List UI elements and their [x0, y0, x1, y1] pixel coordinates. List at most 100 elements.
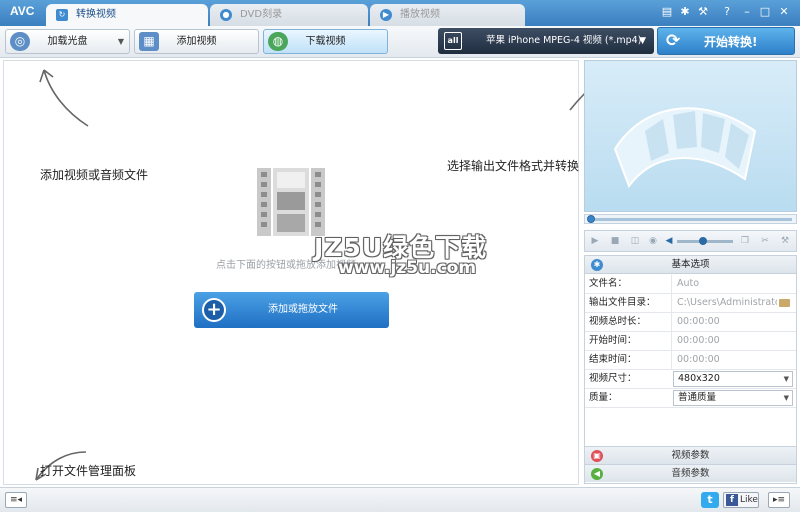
video-size-select[interactable]: 480x320 ▼	[673, 371, 793, 387]
divider	[671, 351, 672, 369]
divider	[671, 275, 672, 293]
prop-key: 结束时间：	[589, 354, 637, 365]
prop-key: 质量：	[589, 392, 618, 403]
format-all-icon: all	[444, 32, 462, 50]
video-preview	[584, 60, 797, 212]
load-disc-label: 加载光盘	[47, 36, 88, 47]
video-params-bar[interactable]: ▣ 视频参数	[585, 446, 796, 464]
prop-row-quality: 质量： 普通质量 ▼	[585, 389, 796, 408]
annotation-file-panel: 打开文件管理面板	[40, 464, 137, 478]
seek-track	[593, 218, 792, 221]
basic-options-header[interactable]: ✱ 基本选项	[585, 256, 796, 274]
refresh-icon: ⟳	[666, 31, 681, 51]
snapshot-icon[interactable]: ◫	[629, 235, 641, 247]
prop-key: 文件名：	[589, 278, 628, 289]
gear-icon[interactable]: ✱	[678, 5, 692, 19]
divider	[671, 332, 672, 350]
tab-convert-video[interactable]: ↻ 转换视频	[46, 4, 208, 26]
playback-controls: ▶ ■ ◫ ◉ ◀ ❐ ✂ ⚒	[584, 230, 797, 252]
quality-select[interactable]: 普通质量 ▼	[673, 390, 793, 406]
download-video-label: 下载视频	[305, 36, 346, 47]
video-params-icon: ▣	[591, 450, 603, 462]
add-or-drop-file-button[interactable]: + 添加或拖放文件	[194, 292, 389, 328]
prop-row-output-dir: 输出文件目录： C:\Users\Administrator...	[585, 294, 796, 313]
quality-value: 普通质量	[678, 392, 717, 403]
tab-label: 转换视频	[76, 9, 116, 20]
add-video-label: 添加视频	[176, 36, 217, 47]
load-disc-button[interactable]: ◎ 加载光盘 ▼	[5, 29, 130, 54]
minimize-icon[interactable]: –	[740, 5, 754, 19]
prop-row-duration: 视频总时长： 00:00:00	[585, 313, 796, 332]
prop-value[interactable]: C:\Users\Administrator...	[677, 294, 777, 312]
chevron-down-icon: ▼	[639, 36, 646, 46]
video-params-label: 视频参数	[671, 450, 710, 461]
seek-bar[interactable]	[584, 214, 797, 224]
play-icon[interactable]: ▶	[589, 235, 601, 247]
video-size-value: 480x320	[678, 373, 720, 384]
prop-key: 视频总时长：	[589, 316, 647, 327]
add-video-button[interactable]: ▦ 添加视频	[134, 29, 259, 54]
audio-params-bar[interactable]: ◀ 音频参数	[585, 464, 796, 482]
folder-icon[interactable]	[779, 299, 790, 307]
prop-value[interactable]: 00:00:00	[677, 332, 777, 350]
prop-value: 00:00:00	[677, 316, 720, 327]
camera-icon[interactable]: ◉	[647, 235, 659, 247]
close-icon[interactable]: ✕	[777, 5, 791, 19]
volume-icon[interactable]: ◀	[663, 235, 675, 247]
prop-key: 开始时间：	[589, 335, 637, 346]
prop-key: 视频尺寸：	[589, 373, 637, 384]
wrench-icon[interactable]: ⚒	[696, 5, 710, 19]
prop-key: 输出文件目录：	[589, 297, 656, 308]
play-icon: ▶	[380, 9, 392, 21]
prop-row-filename: 文件名： Auto	[585, 275, 796, 294]
status-bar: ≡◂ t f Like ▸≡	[0, 487, 800, 512]
seek-handle[interactable]	[587, 215, 595, 223]
basic-options-label: 基本选项	[671, 259, 710, 270]
stop-icon[interactable]: ■	[609, 235, 621, 247]
prop-value[interactable]: Auto	[677, 275, 777, 293]
app-logo: AVC	[10, 4, 35, 18]
tab-label: DVD刻录	[240, 9, 283, 20]
facebook-icon: f	[726, 494, 738, 506]
start-convert-button[interactable]: ⟳ 开始转换!	[657, 27, 795, 55]
chevron-down-icon: ▼	[783, 394, 789, 402]
chevron-down-icon: ▼	[783, 375, 789, 383]
like-label: Like	[740, 495, 758, 505]
disc-icon: ●	[220, 9, 232, 21]
add-file-label: 添加或拖放文件	[268, 304, 338, 315]
prop-row-start-time: 开始时间： 00:00:00	[585, 332, 796, 351]
help-icon[interactable]: ?	[720, 5, 734, 19]
file-panel-toggle-button[interactable]: ≡◂	[5, 492, 27, 508]
tab-play-video[interactable]: ▶ 播放视频	[370, 4, 525, 26]
convert-label: 开始转换!	[704, 35, 758, 49]
divider	[671, 294, 672, 312]
convert-icon: ↻	[56, 9, 68, 21]
output-format-select[interactable]: all 苹果 iPhone MPEG-4 视频 (*.mp4) ▼	[438, 28, 654, 54]
volume-handle[interactable]	[699, 237, 707, 245]
copy-icon[interactable]: ❐	[739, 235, 751, 247]
scissors-icon[interactable]: ✂	[759, 235, 771, 247]
preview-panel-toggle-button[interactable]: ▸≡	[768, 492, 790, 508]
tab-label: 播放视频	[400, 9, 440, 20]
twitter-icon[interactable]: t	[701, 492, 719, 508]
annotation-output-format: 选择输出文件格式并转换	[447, 159, 580, 173]
watermark-url: www.jz5u.com	[338, 258, 477, 278]
facebook-like-button[interactable]: f Like	[723, 492, 759, 508]
divider	[671, 313, 672, 331]
report-icon[interactable]: ▤	[660, 5, 674, 19]
audio-params-icon: ◀	[591, 468, 603, 480]
properties-panel: ✱ 基本选项 文件名： Auto 输出文件目录： C:\Users\Admini…	[584, 255, 797, 484]
maximize-icon[interactable]: □	[758, 5, 772, 19]
prop-row-video-size: 视频尺寸： 480x320 ▼	[585, 370, 796, 389]
download-video-button[interactable]: ◍ 下载视频	[263, 29, 388, 54]
settings-icon: ✱	[591, 259, 603, 271]
prop-value[interactable]: 00:00:00	[677, 351, 777, 369]
chevron-down-icon[interactable]: ▼	[118, 30, 124, 53]
annotation-add-files: 添加视频或音频文件	[40, 168, 149, 182]
title-bar: AVC ↻ 转换视频 ● DVD刻录 ▶ 播放视频 ▤ ✱ ⚒ ? – □ ✕	[0, 0, 800, 26]
audio-params-label: 音频参数	[671, 468, 710, 479]
film-reel-graphic	[613, 107, 757, 189]
wrench-icon[interactable]: ⚒	[779, 235, 791, 247]
tab-dvd-burn[interactable]: ● DVD刻录	[210, 4, 368, 26]
prop-row-end-time: 结束时间： 00:00:00	[585, 351, 796, 370]
